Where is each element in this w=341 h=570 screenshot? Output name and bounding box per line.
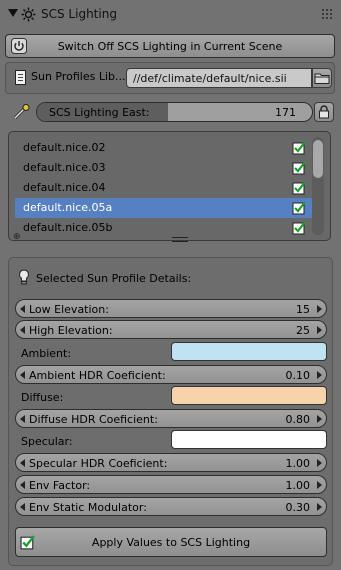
checkbox-checked-icon[interactable] xyxy=(292,200,308,216)
lightbulb-icon xyxy=(19,269,29,285)
decrement-arrow-icon[interactable] xyxy=(20,371,25,379)
increment-arrow-icon[interactable] xyxy=(317,481,322,489)
ambient-label: Ambient: xyxy=(21,347,72,360)
high-elevation-field[interactable]: High Elevation: 25 xyxy=(15,320,327,339)
field-label: Diffuse HDR Coeficient: xyxy=(29,413,158,426)
diffuse-hdr-field[interactable]: Diffuse HDR Coeficient: 0.80 xyxy=(15,409,327,428)
increment-arrow-icon[interactable] xyxy=(317,459,322,467)
specular-label: Specular: xyxy=(21,435,73,448)
field-label: Ambient HDR Coeficient: xyxy=(29,369,166,382)
switch-off-lighting-button[interactable]: Switch Off SCS Lighting in Current Scene xyxy=(5,34,335,58)
padlock-icon xyxy=(319,105,329,119)
switch-off-lighting-label: Switch Off SCS Lighting in Current Scene xyxy=(57,40,283,53)
field-value: 15 xyxy=(296,303,310,316)
diffuse-label: Diffuse: xyxy=(21,391,64,404)
decrement-arrow-icon[interactable] xyxy=(20,326,25,334)
field-value: 1.00 xyxy=(285,479,311,492)
list-resize-plus-icon[interactable]: ⊕ xyxy=(13,232,21,242)
sun-profiles-list[interactable]: default.nice.02 default.nice.03 default.… xyxy=(8,131,331,241)
specular-hdr-field[interactable]: Specular HDR Coeficient: 1.00 xyxy=(15,453,327,472)
increment-arrow-icon[interactable] xyxy=(317,305,322,313)
low-elevation-field[interactable]: Low Elevation: 15 xyxy=(15,299,327,318)
env-static-modulator-field[interactable]: Env Static Modulator: 0.30 xyxy=(15,497,327,516)
env-factor-field[interactable]: Env Factor: 1.00 xyxy=(15,475,327,494)
list-item-label: default.nice.02 xyxy=(23,141,106,154)
list-item-label: default.nice.03 xyxy=(23,161,106,174)
increment-arrow-icon[interactable] xyxy=(317,326,322,334)
decrement-arrow-icon[interactable] xyxy=(20,481,25,489)
list-item[interactable]: default.nice.03 xyxy=(15,158,314,178)
decrement-arrow-icon[interactable] xyxy=(20,305,25,313)
folder-icon xyxy=(314,73,330,84)
lock-button[interactable] xyxy=(314,102,334,122)
field-value: 0.30 xyxy=(285,501,311,514)
list-scroll-thumb[interactable] xyxy=(313,140,323,178)
list-item-label: default.nice.04 xyxy=(23,181,106,194)
ambient-hdr-field[interactable]: Ambient HDR Coeficient: 0.10 xyxy=(15,365,327,384)
field-value: 0.10 xyxy=(285,369,311,382)
collapse-arrow-icon[interactable] xyxy=(8,9,18,17)
details-title: Selected Sun Profile Details: xyxy=(36,272,192,285)
list-item-label: default.nice.05b xyxy=(23,221,113,234)
decrement-arrow-icon[interactable] xyxy=(20,459,25,467)
checkbox-checked-icon[interactable] xyxy=(292,160,308,176)
list-item[interactable]: default.nice.04 xyxy=(15,178,314,198)
pen-light-icon xyxy=(13,104,30,120)
list-item[interactable]: default.nice.02 xyxy=(15,138,314,158)
field-label: Low Elevation: xyxy=(29,303,109,316)
panel-title: SCS Lighting xyxy=(41,7,117,21)
ambient-color-swatch[interactable] xyxy=(171,342,327,361)
field-label: High Elevation: xyxy=(29,324,113,337)
field-value: 0.80 xyxy=(285,413,311,426)
decrement-arrow-icon[interactable] xyxy=(20,503,25,511)
increment-arrow-icon[interactable] xyxy=(317,415,322,423)
lighting-east-slider[interactable]: SCS Lighting East: 171 xyxy=(36,102,313,122)
list-item-label: default.nice.05a xyxy=(23,201,113,214)
decrement-arrow-icon[interactable] xyxy=(20,415,25,423)
lighting-east-label: SCS Lighting East: xyxy=(49,106,150,119)
increment-arrow-icon[interactable] xyxy=(317,503,322,511)
sun-profiles-label: Sun Profiles Lib... xyxy=(31,70,126,83)
apply-values-button[interactable]: Apply Values to SCS Lighting xyxy=(15,527,327,557)
list-item[interactable]: default.nice.05b xyxy=(15,218,314,238)
checkbox-checked-icon[interactable] xyxy=(292,140,308,156)
drag-grip-icon[interactable] xyxy=(322,9,334,21)
document-icon xyxy=(15,70,26,85)
list-item-selected[interactable]: default.nice.05a xyxy=(15,198,314,218)
browse-folder-button[interactable] xyxy=(312,68,332,88)
increment-arrow-icon[interactable] xyxy=(317,371,322,379)
sun-profiles-path-input[interactable]: //def/climate/default/nice.sii xyxy=(126,68,312,88)
sun-gear-icon xyxy=(21,7,36,22)
apply-values-label: Apply Values to SCS Lighting xyxy=(91,536,251,549)
field-label: Specular HDR Coeficient: xyxy=(29,457,168,470)
field-label: Env Static Modulator: xyxy=(29,501,147,514)
checkbox-checked-icon[interactable] xyxy=(292,220,308,236)
field-label: Env Factor: xyxy=(29,479,91,492)
diffuse-color-swatch[interactable] xyxy=(171,386,327,405)
field-value: 1.00 xyxy=(285,457,311,470)
list-resize-grip-icon[interactable] xyxy=(172,237,188,242)
checkbox-checked-icon[interactable] xyxy=(292,180,308,196)
specular-color-swatch[interactable] xyxy=(171,430,327,449)
field-value: 25 xyxy=(296,324,310,337)
lighting-east-value: 171 xyxy=(275,106,296,119)
